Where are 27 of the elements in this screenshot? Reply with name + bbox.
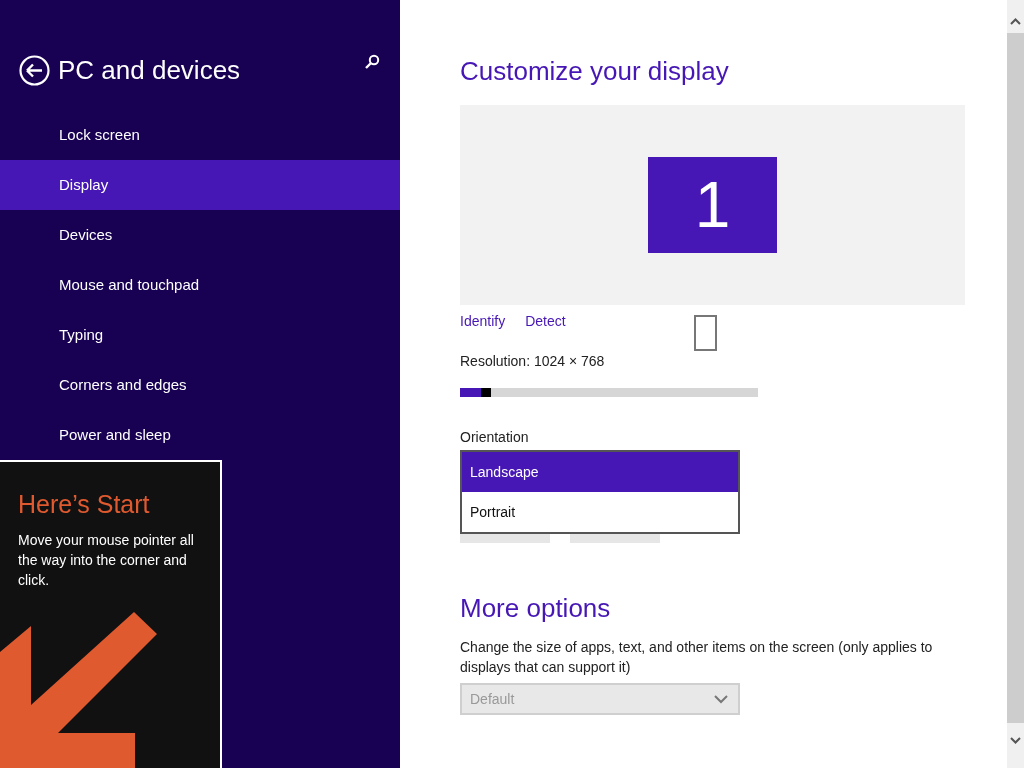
sidebar-item[interactable]: Devices [0,210,400,260]
orientation-label: Orientation [460,428,530,447]
section-description: Change the size of apps, text, and other items on the screen (only applies to displays that can support it) [460,638,934,677]
monitor-outline-icon [693,315,717,351]
monitor-tile[interactable]: 1 [648,157,777,253]
sidebar-item[interactable]: Corners and edges [0,360,400,410]
tip-text: Move your mouse pointer all the way into the corner and click. [18,530,195,590]
sidebar-item[interactable]: Lock screen [0,110,400,160]
link[interactable]: Identify [460,311,506,332]
resolution-slider[interactable] [460,388,758,397]
page-title: Customize your display [460,55,730,88]
arrow-icon [0,612,160,768]
sidebar-item[interactable]: Power and sleep [0,410,400,460]
sidebar-item[interactable]: Display [0,160,400,210]
chevron-down-icon [714,694,728,704]
search-icon[interactable] [364,54,380,70]
tip-title: Here’s Start [18,489,151,520]
resolution-label: Resolution: 1024 × 768 [460,352,606,371]
scroll-down-icon[interactable] [1010,737,1021,744]
scroll-up-icon[interactable] [1010,18,1021,25]
link[interactable]: Detect [525,311,566,332]
sidebar-title: PC and devices [58,54,241,86]
sidebar-item[interactable]: Mouse and touchpad [0,260,400,310]
section-title: More options [460,592,612,625]
sidebar-item[interactable]: Typing [0,310,400,360]
dropdown-option[interactable]: Landscape [462,452,738,492]
back-icon[interactable] [19,55,50,86]
